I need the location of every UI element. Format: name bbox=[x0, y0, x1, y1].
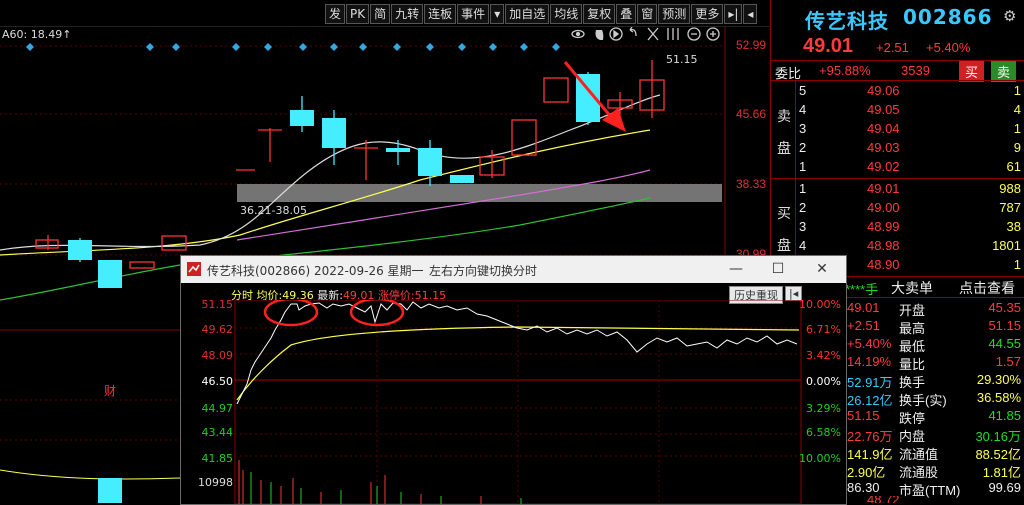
buy-button[interactable]: 买 bbox=[959, 61, 985, 82]
toolbar-pk-button[interactable]: PK bbox=[346, 4, 370, 24]
toolbar-overlay-button[interactable]: 叠 bbox=[616, 4, 637, 24]
finance-marker[interactable]: 财 bbox=[104, 382, 116, 399]
popup-hint: 左右方向键切换分时 bbox=[429, 264, 538, 278]
intraday-price-label: 48.09 bbox=[201, 349, 234, 362]
app-icon bbox=[187, 262, 201, 276]
intraday-pct-label: 10.00% bbox=[799, 298, 841, 311]
event-markers bbox=[26, 43, 560, 51]
toolbar-event-button[interactable]: 事件 bbox=[457, 4, 490, 24]
maximize-button[interactable]: ☐ bbox=[763, 259, 793, 279]
intraday-pct-label: 10.00% bbox=[799, 452, 841, 465]
intraday-pct-label: 3.29% bbox=[806, 402, 841, 415]
price-axis-label: 52.99 bbox=[735, 38, 766, 52]
settings-gear-icon[interactable]: ⚙ bbox=[1003, 7, 1016, 25]
bid-row-4: 4 48.98 1801 bbox=[799, 238, 1021, 253]
toolbar-fa-button[interactable]: 发 bbox=[325, 4, 346, 24]
intraday-pct-label: 0.00% bbox=[806, 375, 841, 388]
toolbar-adjust-button[interactable]: 复权 bbox=[583, 4, 616, 24]
toolbar-add-watchlist-button[interactable]: 加自选 bbox=[505, 4, 550, 24]
intraday-pct-label: 3.42% bbox=[806, 349, 841, 362]
high-marker: 51.15 bbox=[666, 53, 698, 66]
ask-row-1: 1 49.02 61 bbox=[799, 159, 1021, 174]
price-axis-label: 45.66 bbox=[735, 107, 766, 121]
intraday-price-label: 46.50 bbox=[201, 375, 234, 388]
price-change-pct: +5.40% bbox=[926, 40, 971, 55]
toolbar-lianban-button[interactable]: 连板 bbox=[424, 4, 457, 24]
ma-label: A60: 18.49↑ bbox=[2, 28, 72, 41]
toolbar-ma-button[interactable]: 均线 bbox=[550, 4, 583, 24]
popup-titlebar[interactable]: 传艺科技(002866) 2022-09-26 星期一 左右方向键切换分时 — … bbox=[181, 256, 846, 283]
intraday-pct-label: 6.71% bbox=[806, 323, 841, 336]
intraday-chart[interactable] bbox=[181, 300, 846, 504]
toolbar-jian-button[interactable]: 简 bbox=[370, 4, 391, 24]
toolbar-event-dropdown[interactable]: ▾ bbox=[490, 4, 505, 24]
big-order-unit: ****手 bbox=[845, 282, 879, 297]
ask-row-4: 4 49.05 4 bbox=[799, 102, 1021, 117]
intraday-pct-label: 6.58% bbox=[806, 426, 841, 439]
intraday-price-label: 41.85 bbox=[201, 452, 234, 465]
toolbar-window-button[interactable]: 窗 bbox=[637, 4, 658, 24]
price-change: +2.51 bbox=[876, 40, 909, 55]
weibi-value: +95.88% bbox=[819, 63, 871, 78]
weibi-row: 委比 +95.88% 3539 买 卖 bbox=[771, 61, 1024, 82]
partial-row: 48.72 bbox=[867, 496, 900, 503]
bid-row-1: 1 49.01 988 bbox=[799, 181, 1021, 196]
price-axis-label: 38.33 bbox=[735, 177, 766, 191]
ask-row-3: 3 49.04 1 bbox=[799, 121, 1021, 136]
popup-title: 传艺科技(002866) 2022-09-26 星期一 bbox=[207, 264, 424, 278]
intraday-volume-label: 10998 bbox=[198, 476, 233, 489]
intraday-price-label: 51.15 bbox=[201, 298, 234, 311]
ask-row-2: 2 49.03 9 bbox=[799, 140, 1021, 155]
intraday-popup-window[interactable]: 传艺科技(002866) 2022-09-26 星期一 左右方向键切换分时 — … bbox=[180, 255, 847, 505]
toolbar-jiuzhuan-button[interactable]: 九转 bbox=[391, 4, 424, 24]
minimize-button[interactable]: — bbox=[721, 259, 751, 279]
support-band-label: 36.21-38.05 bbox=[240, 204, 307, 217]
toolbar-more-button[interactable]: 更多 bbox=[691, 4, 724, 24]
support-band bbox=[237, 184, 722, 202]
toolbar-prev-button[interactable]: ◂ bbox=[743, 4, 758, 24]
bid-row-2: 2 49.00 787 bbox=[799, 200, 1021, 215]
weicha-value: 3539 bbox=[901, 63, 930, 78]
bid-row-3: 3 48.99 38 bbox=[799, 219, 1021, 234]
ask-row-5: 5 49.06 1 bbox=[799, 83, 1021, 98]
intraday-price-label: 49.62 bbox=[201, 323, 234, 336]
big-order-title: 大卖单 bbox=[891, 280, 933, 296]
toolbar-next-button[interactable]: ▸| bbox=[724, 4, 743, 24]
sell-button[interactable]: 卖 bbox=[991, 61, 1017, 82]
intraday-price-label: 44.97 bbox=[201, 402, 234, 415]
stock-name: 传艺科技 bbox=[805, 9, 889, 33]
stock-code: 002866 bbox=[903, 5, 993, 29]
switch-view-link[interactable]: 点击查看 bbox=[959, 278, 1015, 298]
toolbar-forecast-button[interactable]: 预测 bbox=[658, 4, 691, 24]
chart-toolbar: 发 PK 简 九转 连板 事件 ▾ 加自选 均线 复权 叠 窗 预测 更多 ▸|… bbox=[325, 4, 758, 24]
close-button[interactable]: ✕ bbox=[807, 259, 837, 279]
intraday-price-label: 43.44 bbox=[201, 426, 234, 439]
current-price: 49.01 bbox=[803, 35, 854, 57]
